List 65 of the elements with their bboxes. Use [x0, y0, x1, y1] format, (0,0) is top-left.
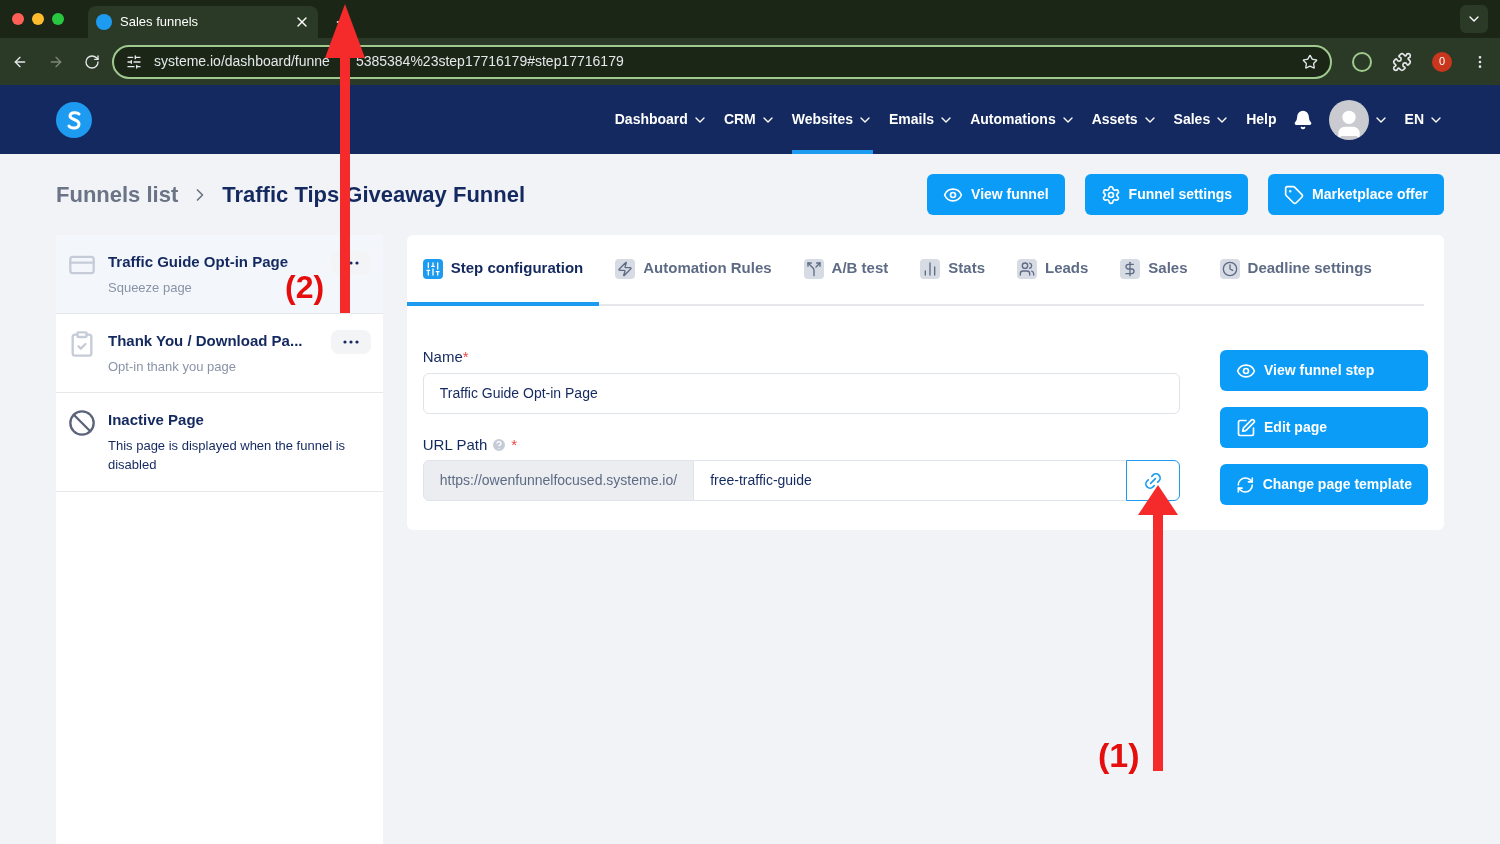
- puzzle-icon[interactable]: [1392, 51, 1412, 72]
- bell-icon[interactable]: [1292, 109, 1313, 130]
- tag-icon: [1284, 184, 1305, 205]
- tab[interactable]: Stats: [904, 235, 1001, 306]
- tab[interactable]: Automation Rules: [599, 235, 788, 306]
- extension-icon[interactable]: [1352, 51, 1372, 72]
- field-label: URL Path: [422, 434, 488, 455]
- url-text: 5385384%23step17716179#step17716179: [355, 52, 624, 71]
- nav-menu-item[interactable]: Automations: [970, 85, 1076, 154]
- nav-menu-item[interactable]: Websites: [791, 85, 873, 154]
- required-mark: *: [511, 434, 518, 455]
- nav-menu-item[interactable]: Sales: [1173, 85, 1231, 154]
- bar-chart-icon: [920, 258, 941, 279]
- refresh-icon: [1236, 474, 1255, 495]
- edit-icon: [1236, 417, 1256, 438]
- tab[interactable]: A/B test: [787, 235, 905, 306]
- split-icon: [803, 258, 824, 279]
- address-bar[interactable]: systeme.io/dashboard/funne 5385384%23step17716179#step17716179: [112, 44, 1332, 79]
- settings-icon: [1100, 184, 1121, 205]
- breadcrumb-link[interactable]: Funnels list: [56, 178, 179, 211]
- step-title: Traffic Guide Opt-in Page: [108, 252, 289, 272]
- nav-menu-item[interactable]: Help: [1246, 85, 1277, 154]
- site-info-icon[interactable]: [126, 53, 142, 70]
- site-logo-icon: [96, 14, 112, 30]
- tab[interactable]: Step configuration: [406, 235, 600, 306]
- clock-icon: [1219, 258, 1240, 279]
- tab-title: Sales funnels: [120, 13, 200, 32]
- bolt-icon: [615, 258, 636, 279]
- url-text: systeme.io/dashboard/funne: [154, 52, 330, 71]
- nav-menu-item[interactable]: Assets: [1091, 85, 1158, 154]
- sliders-icon: [422, 258, 443, 279]
- url-path-input[interactable]: free-traffic-guide: [694, 460, 1126, 501]
- step-subtitle: Opt-in thank you page: [108, 357, 236, 376]
- blocked-icon: [68, 409, 96, 437]
- dollar-icon: [1120, 258, 1141, 279]
- reload-icon[interactable]: [84, 53, 100, 70]
- more-icon: [342, 340, 359, 344]
- name-input[interactable]: Traffic Guide Opt-in Page: [422, 372, 1180, 414]
- annotation-label: (1): [1098, 735, 1140, 776]
- bookmark-star-icon[interactable]: [1302, 53, 1318, 70]
- funnel-step[interactable]: (2) Traffic Guide Opt-in Page Squeeze page: [56, 235, 383, 314]
- browser-tab[interactable]: Sales funnels: [88, 6, 318, 38]
- maximize-window-icon[interactable]: [52, 13, 64, 25]
- nav-menu-item[interactable]: Emails: [889, 85, 955, 154]
- people-icon: [1017, 258, 1037, 279]
- step-subtitle: Squeeze page: [108, 278, 192, 297]
- tab[interactable]: Deadline settings: [1203, 235, 1388, 306]
- tab-menu-button[interactable]: [1460, 5, 1488, 33]
- step-subtitle: This page is displayed when the funnel is disabled: [108, 436, 347, 474]
- logo-icon: [56, 101, 92, 138]
- avatar[interactable]: [1328, 99, 1369, 140]
- field-label: Name*: [422, 347, 470, 367]
- annotation-label: (2): [285, 271, 325, 303]
- tab[interactable]: Leads: [1001, 235, 1105, 306]
- nav-menu-item[interactable]: CRM: [723, 85, 776, 154]
- tab[interactable]: Sales: [1104, 235, 1204, 306]
- more-options-button[interactable]: [330, 330, 371, 354]
- extension-badge[interactable]: 0: [1432, 51, 1452, 72]
- nav-menu-item[interactable]: Dashboard: [614, 85, 708, 154]
- step-title: Inactive Page: [108, 410, 204, 430]
- step-title: Thank You / Download Pa...: [108, 331, 303, 351]
- url-prefix: https://owenfunnelfocused.systeme.io/: [422, 460, 695, 501]
- close-window-icon[interactable]: [12, 13, 24, 25]
- language-selector[interactable]: EN: [1404, 109, 1444, 130]
- minimize-window-icon[interactable]: [32, 13, 44, 25]
